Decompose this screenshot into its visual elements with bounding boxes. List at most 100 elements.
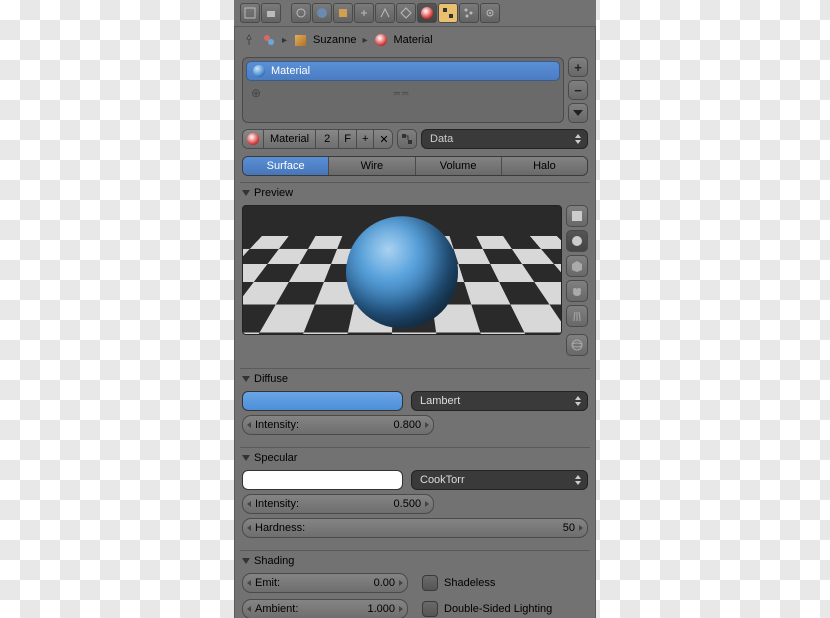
texture-context-icon[interactable] bbox=[438, 3, 458, 23]
ambient-field[interactable]: Ambient: 1.000 bbox=[242, 599, 408, 618]
particles-context-icon[interactable] bbox=[459, 3, 479, 23]
add-slot-button[interactable]: + bbox=[568, 57, 588, 77]
material-datablock-row: Material 2 F + ✕ Data bbox=[234, 125, 596, 153]
preview-cube-button[interactable] bbox=[566, 255, 588, 277]
preview-sphere-button[interactable] bbox=[566, 230, 588, 252]
material-context-icon[interactable] bbox=[417, 3, 437, 23]
expand-icon[interactable]: ⊕ bbox=[251, 86, 261, 100]
preview-flat-button[interactable] bbox=[566, 205, 588, 227]
data-context-icon[interactable] bbox=[396, 3, 416, 23]
specular-shader-select[interactable]: CookTorr bbox=[411, 470, 588, 490]
diffuse-intensity-field[interactable]: Intensity: 0.800 bbox=[242, 415, 434, 435]
diffuse-shader-select[interactable]: Lambert bbox=[411, 391, 588, 411]
preview-sphere bbox=[346, 216, 458, 328]
section-title: Diffuse bbox=[254, 373, 288, 385]
field-label: Ambient: bbox=[255, 603, 298, 615]
chevron-right-icon: ▸ bbox=[362, 35, 367, 46]
object-cube-icon bbox=[293, 33, 307, 47]
specular-hardness-field[interactable]: Hardness: 50 bbox=[242, 518, 588, 538]
double-sided-row: Double-Sided Lighting bbox=[422, 599, 588, 618]
shadeless-checkbox[interactable] bbox=[422, 575, 438, 591]
double-sided-label: Double-Sided Lighting bbox=[444, 603, 552, 615]
material-link-select[interactable]: Data bbox=[421, 129, 588, 149]
preview-world-button[interactable] bbox=[566, 334, 588, 356]
modifiers-context-icon[interactable] bbox=[375, 3, 395, 23]
tab-surface[interactable]: Surface bbox=[243, 157, 329, 175]
tab-halo[interactable]: Halo bbox=[502, 157, 587, 175]
new-material-button[interactable]: + bbox=[357, 130, 374, 148]
preview-monkey-button[interactable] bbox=[566, 280, 588, 302]
field-label: Intensity: bbox=[255, 498, 299, 510]
preview-hair-button[interactable] bbox=[566, 305, 588, 327]
field-label: Hardness: bbox=[255, 522, 305, 534]
section-diffuse: Diffuse Lambert Intensity: 0.800 bbox=[240, 368, 590, 441]
render-context-icon[interactable] bbox=[240, 3, 260, 23]
section-title: Preview bbox=[254, 187, 293, 199]
link-select-label: Data bbox=[430, 133, 453, 145]
unlink-material-button[interactable]: ✕ bbox=[374, 130, 393, 148]
material-slot-name: Material bbox=[271, 65, 310, 77]
field-label: Intensity: bbox=[255, 419, 299, 431]
diffuse-color-swatch[interactable] bbox=[242, 391, 403, 411]
disclosure-triangle-icon bbox=[242, 376, 250, 382]
use-nodes-button[interactable] bbox=[397, 129, 417, 149]
shadeless-label: Shadeless bbox=[444, 577, 495, 589]
physics-context-icon[interactable] bbox=[480, 3, 500, 23]
tab-wire[interactable]: Wire bbox=[329, 157, 415, 175]
field-value: 1.000 bbox=[367, 603, 395, 615]
section-header-shading[interactable]: Shading bbox=[240, 551, 590, 571]
tab-volume[interactable]: Volume bbox=[416, 157, 502, 175]
scene-icon bbox=[262, 33, 276, 47]
breadcrumb-object[interactable]: Suzanne bbox=[313, 34, 356, 46]
object-context-icon[interactable] bbox=[333, 3, 353, 23]
material-type-tabs: Surface Wire Volume Halo bbox=[242, 156, 588, 176]
section-shading: Shading Emit: 0.00 Shadeless Ambient: 1.… bbox=[240, 550, 590, 618]
layers-context-icon[interactable] bbox=[261, 3, 281, 23]
material-sphere-icon bbox=[421, 7, 433, 19]
field-value: 0.500 bbox=[394, 498, 422, 510]
material-icon bbox=[374, 33, 388, 47]
remove-slot-button[interactable]: − bbox=[568, 80, 588, 100]
shadeless-row: Shadeless bbox=[422, 573, 588, 593]
section-header-specular[interactable]: Specular bbox=[240, 448, 590, 468]
fake-user-toggle[interactable]: F bbox=[339, 130, 357, 148]
chevron-right-icon: ▸ bbox=[282, 35, 287, 46]
material-slot-box: Material ⊕ ══ + − bbox=[234, 53, 596, 125]
disclosure-triangle-icon bbox=[242, 190, 250, 196]
diffuse-shader-label: Lambert bbox=[420, 395, 460, 407]
material-name-input[interactable]: Material bbox=[264, 130, 316, 148]
specular-color-swatch[interactable] bbox=[242, 470, 403, 490]
material-datablock-field: Material 2 F + ✕ bbox=[242, 129, 393, 149]
material-slot-item[interactable]: Material bbox=[246, 61, 560, 81]
browse-material-button[interactable] bbox=[243, 130, 264, 148]
world-context-icon[interactable] bbox=[312, 3, 332, 23]
properties-panel: ▸ Suzanne ▸ Material Material ⊕ ══ + − bbox=[234, 0, 596, 618]
breadcrumb-material[interactable]: Material bbox=[394, 34, 433, 46]
section-title: Specular bbox=[254, 452, 297, 464]
section-header-preview[interactable]: Preview bbox=[240, 183, 590, 203]
scene-context-icon[interactable] bbox=[291, 3, 311, 23]
section-title: Shading bbox=[254, 555, 294, 567]
field-value: 0.800 bbox=[394, 419, 422, 431]
disclosure-triangle-icon bbox=[242, 455, 250, 461]
double-sided-checkbox[interactable] bbox=[422, 601, 438, 617]
specular-shader-label: CookTorr bbox=[420, 474, 465, 486]
section-specular: Specular CookTorr Intensity: 0.500 Hardn… bbox=[240, 447, 590, 544]
constraints-context-icon[interactable] bbox=[354, 3, 374, 23]
material-preview bbox=[242, 205, 562, 335]
specular-intensity-field[interactable]: Intensity: 0.500 bbox=[242, 494, 434, 514]
material-slot-list[interactable]: Material ⊕ ══ bbox=[242, 57, 564, 123]
breadcrumb: ▸ Suzanne ▸ Material bbox=[234, 27, 596, 53]
material-user-count[interactable]: 2 bbox=[316, 130, 339, 148]
field-value: 0.00 bbox=[374, 577, 395, 589]
slot-menu-button[interactable] bbox=[568, 103, 588, 123]
grip-handle-icon[interactable]: ══ bbox=[394, 88, 411, 98]
preview-type-buttons bbox=[566, 205, 588, 356]
emit-field[interactable]: Emit: 0.00 bbox=[242, 573, 408, 593]
material-sphere-icon bbox=[253, 65, 265, 77]
pin-icon[interactable] bbox=[242, 33, 256, 47]
section-header-diffuse[interactable]: Diffuse bbox=[240, 369, 590, 389]
field-label: Emit: bbox=[255, 577, 280, 589]
field-value: 50 bbox=[563, 522, 575, 534]
disclosure-triangle-icon bbox=[242, 558, 250, 564]
